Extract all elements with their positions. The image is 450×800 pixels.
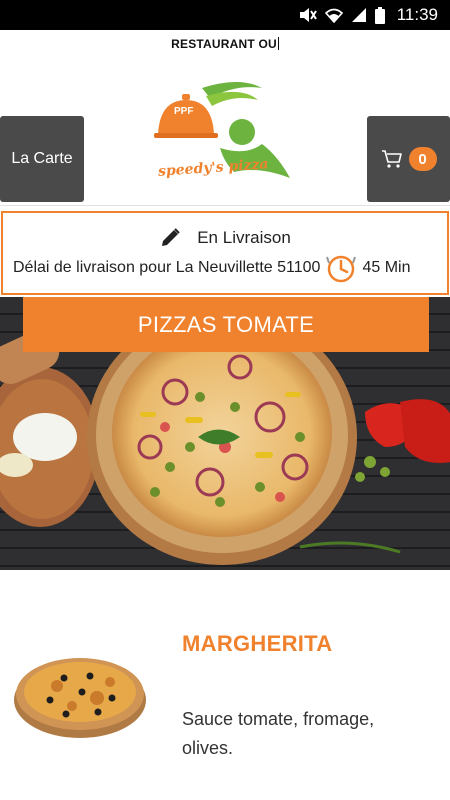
delivery-mode-row[interactable]: En Livraison [3, 227, 447, 249]
delivery-info-panel[interactable]: En Livraison Délai de livraison pour La … [1, 211, 449, 295]
cart-icon [381, 150, 402, 168]
wifi-icon [324, 8, 343, 23]
cart-button[interactable]: 0 [367, 116, 450, 202]
header-divider [0, 205, 450, 206]
restaurant-title: RESTAURANT OU [171, 37, 277, 51]
la-carte-button[interactable]: La Carte [0, 116, 84, 202]
battery-icon [374, 6, 385, 24]
signal-icon [351, 8, 366, 22]
delivery-info-text: Délai de livraison pour La Neuvillette 5… [13, 259, 321, 276]
la-carte-label: La Carte [11, 150, 73, 167]
status-icons: 11:39 [299, 5, 438, 25]
pencil-icon[interactable] [159, 227, 181, 249]
status-bar: 11:39 [0, 0, 450, 30]
delivery-mode-label: En Livraison [197, 228, 291, 247]
mute-icon [299, 8, 317, 22]
restaurant-header: RESTAURANT OU [0, 37, 450, 51]
delivery-time-row: Délai de livraison pour La Neuvillette 5… [13, 253, 410, 283]
product-description: Sauce tomate, fromage, olives. [182, 709, 375, 758]
text-caret [277, 37, 279, 50]
logo-badge: PPF [174, 106, 194, 117]
speedys-pizza-logo: PPF speedy's pizza [150, 78, 300, 188]
product-name[interactable]: MARGHERITA [182, 631, 332, 657]
margherita-photo [14, 658, 146, 738]
delivery-clock-icon [326, 255, 357, 283]
cart-count-badge: 0 [408, 147, 437, 171]
status-time: 11:39 [396, 5, 438, 24]
product-image[interactable] [12, 648, 148, 740]
delivery-time: 45 Min [362, 259, 411, 276]
category-title-banner: PIZZAS TOMATE [23, 297, 429, 352]
